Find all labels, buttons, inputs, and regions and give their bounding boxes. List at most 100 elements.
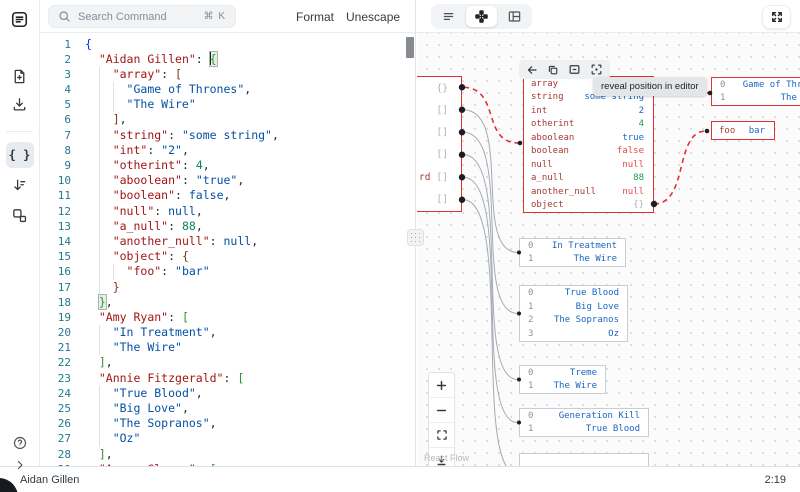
zoom-out-button[interactable] — [429, 398, 454, 423]
line-number: 26 — [57, 417, 71, 431]
graph-node-root[interactable]: {} [] [] [] rd [] [] — [417, 76, 462, 212]
graph-node-alice-array[interactable]: 0The Corner — [519, 453, 649, 466]
code-line[interactable]: "another_null": null, — [85, 233, 405, 250]
node-row: another_null null — [524, 185, 653, 199]
code-editor[interactable]: 1 2 3 4 5 6 7 8 9 10 11 12 13 14 15 16 17 18 19 20 21 22 23 24 2… — [40, 33, 415, 466]
code-line[interactable]: { — [85, 37, 405, 52]
line-number: 22 — [57, 356, 71, 370]
array-value: Game of Thrones — [742, 79, 800, 90]
code-line[interactable]: "Big Love", — [85, 401, 405, 417]
edge-gray — [463, 131, 518, 314]
copy-node-button[interactable] — [547, 64, 559, 76]
graph-node-anwan-glover-array[interactable]: 0 Treme 1 The Wire — [519, 365, 606, 394]
code-line[interactable]: }, — [85, 294, 405, 310]
node-row: 1 Big Love — [520, 300, 627, 314]
node-row: {} — [417, 77, 461, 99]
code-line[interactable]: "The Wire" — [85, 97, 405, 113]
nodes-icon[interactable] — [6, 202, 34, 228]
code-line[interactable]: "int": "2", — [85, 142, 405, 158]
fullscreen-button[interactable] — [762, 5, 791, 29]
graph-node-amy-ryan-array[interactable]: 0 In Treatment 1 The Wire — [519, 238, 626, 267]
new-file-icon[interactable] — [6, 63, 34, 89]
panel-resize-handle[interactable] — [407, 229, 424, 246]
code-line[interactable]: ], — [85, 355, 405, 370]
graph-node-aidan-array[interactable]: 0 Game of Thrones 1 The Wire — [711, 77, 800, 106]
graph-node-foo-object[interactable]: foo bar — [711, 121, 775, 140]
code-line[interactable]: "null": null, — [85, 203, 405, 219]
code-line[interactable]: "boolean": false, — [85, 188, 405, 204]
graph-node-alexander-array[interactable]: 0 Generation Kill 1 True Blood — [519, 408, 649, 437]
code-line[interactable]: "object": { — [85, 249, 405, 265]
indent-guide — [98, 203, 100, 219]
graph-view-button[interactable] — [466, 6, 497, 27]
transform-icon[interactable] — [6, 172, 34, 198]
code-line[interactable]: "Annie Fitzgerald": [ — [85, 371, 405, 386]
editor-scrollbar-thumb[interactable] — [406, 37, 414, 58]
node-key: aboolean — [531, 132, 575, 143]
node-row: boolean false — [524, 145, 653, 159]
code-content[interactable]: { "Aidan Gillen": { "array": [ "Game of … — [85, 33, 405, 467]
code-line[interactable]: "aboolean": "true", — [85, 173, 405, 189]
json-editor-icon[interactable]: { } — [5, 142, 34, 168]
node-type-symbol: [] — [436, 104, 448, 116]
node-value: 2 — [638, 105, 644, 116]
search-command-box[interactable]: Search Command ⌘ K — [48, 5, 236, 28]
code-line[interactable]: "Game of Thrones", — [85, 82, 405, 98]
line-number: 25 — [57, 402, 71, 415]
code-line[interactable]: "True Blood", — [85, 385, 405, 401]
node-row: a_null 88 — [524, 172, 653, 186]
indent-guide — [98, 249, 100, 265]
edge-selected — [463, 86, 520, 144]
zoom-controls — [428, 372, 455, 466]
code-line[interactable]: "Amy Ryan": [ — [85, 310, 405, 325]
focus-node-button[interactable] — [590, 63, 603, 76]
reveal-position-tooltip: reveal position in editor — [593, 77, 707, 96]
indent-guide — [98, 385, 100, 401]
code-line[interactable]: "The Wire" — [85, 340, 405, 356]
app-logo-icon[interactable] — [6, 6, 34, 32]
indent-guide — [98, 188, 100, 204]
array-index: 1 — [528, 254, 534, 265]
line-number: 9 — [64, 159, 71, 172]
code-line[interactable]: "The Sopranos", — [85, 416, 405, 432]
node-key: boolean — [531, 146, 569, 157]
code-line[interactable]: "Oz" — [85, 431, 405, 447]
zoom-in-button[interactable] — [429, 373, 454, 398]
code-line[interactable]: } — [85, 279, 405, 295]
fit-view-button[interactable] — [429, 423, 454, 448]
cursor-position: 2:19 — [764, 473, 786, 486]
copy-icon — [548, 65, 558, 74]
code-line[interactable]: ], — [85, 447, 405, 462]
table-view-icon — [508, 11, 521, 22]
line-number: 12 — [57, 204, 71, 218]
download-icon[interactable] — [6, 91, 34, 117]
code-line[interactable]: "Aidan Gillen": { — [85, 51, 405, 67]
code-line[interactable]: "foo": "bar" — [85, 264, 405, 280]
graph-node-annie-fitzgerald-array[interactable]: 0 True Blood 1 Big Love 2 The Sopranos 3 Oz — [519, 285, 628, 342]
node-row: 1 True Blood — [520, 423, 648, 437]
node-row: 0 Game of Thrones — [712, 78, 800, 91]
plus-icon — [436, 380, 447, 390]
graph-node-aidan-gillen[interactable]: array[]stringsome stringint2otherint4abo… — [523, 76, 654, 213]
code-line[interactable]: "otherint": 4, — [85, 158, 405, 174]
collapse-sidebar-icon[interactable] — [6, 452, 34, 478]
collapse-node-button[interactable] — [568, 63, 581, 76]
code-line[interactable]: "array": [ — [85, 66, 405, 83]
node-row: 3 Oz — [520, 327, 627, 341]
table-view-button[interactable] — [499, 6, 530, 27]
code-line[interactable]: "string": "some string", — [85, 127, 405, 143]
node-value: null — [622, 159, 644, 170]
list-view-button[interactable] — [433, 6, 464, 27]
graph-canvas[interactable]: {}[][][]rd[][]array[]stringsome stringin… — [417, 33, 800, 466]
focus-icon — [591, 64, 602, 75]
code-line[interactable]: "a_null": 88, — [85, 218, 405, 234]
array-index: 1 — [528, 381, 534, 392]
unescape-button[interactable]: Unescape — [346, 0, 400, 33]
reveal-in-editor-button[interactable] — [526, 64, 538, 76]
code-line[interactable]: ], — [85, 112, 405, 128]
node-type-symbol: [] — [436, 149, 448, 161]
node-key: array — [531, 78, 559, 89]
code-line[interactable]: "In Treatment", — [85, 325, 405, 341]
format-button[interactable]: Format — [296, 0, 334, 33]
indent-guide — [98, 401, 100, 417]
